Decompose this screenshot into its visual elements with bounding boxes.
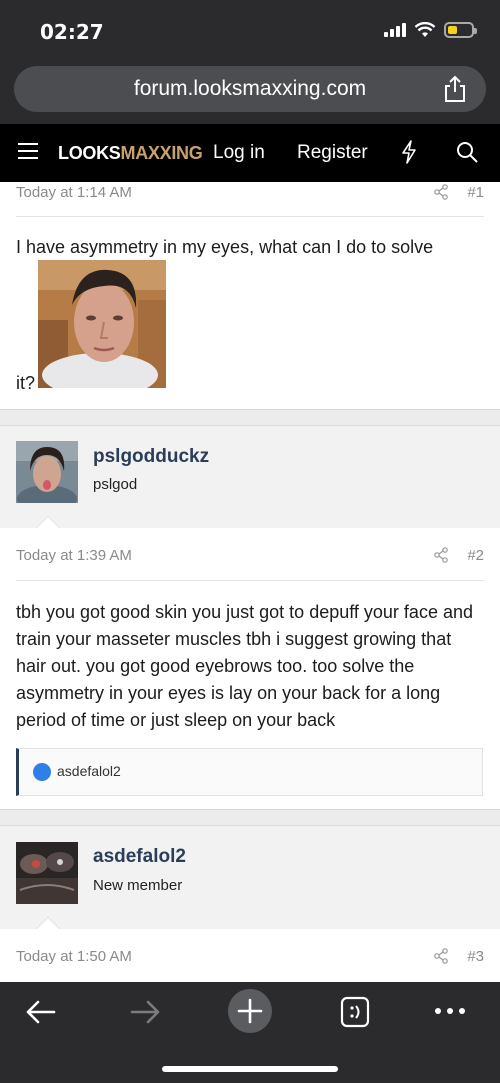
logo-text-looks: LOOKS (58, 143, 121, 163)
post-timestamp[interactable]: Today at 1:14 AM (16, 184, 132, 201)
whats-new-bolt-icon[interactable] (400, 140, 418, 164)
post-1: Today at 1:14 AM #1 I have asymmetry in … (0, 182, 500, 410)
register-link[interactable]: Register (297, 142, 368, 164)
battery-icon (444, 22, 477, 38)
avatar[interactable] (16, 441, 78, 503)
back-arrow-icon[interactable] (24, 992, 58, 1032)
like-icon (33, 763, 51, 781)
site-logo[interactable]: LOOKSMAXXING (58, 143, 203, 164)
avatar[interactable] (16, 842, 78, 904)
post-number[interactable]: #1 (467, 184, 484, 201)
cellular-signal-icon (384, 23, 406, 37)
reactions-bar[interactable]: asdefalol2 (16, 748, 483, 796)
user-title: New member (93, 877, 183, 894)
wifi-icon (414, 22, 436, 37)
home-indicator (162, 1066, 338, 1072)
username[interactable]: pslgodduckz (93, 446, 209, 468)
login-link[interactable]: Log in (213, 142, 265, 164)
post-timestamp[interactable]: Today at 1:39 AM (16, 547, 132, 564)
status-bar: 02:27 (0, 0, 500, 60)
post-text-line: I have asymmetry in my eyes, what can I … (16, 237, 434, 257)
reaction-user[interactable]: asdefalol2 (57, 763, 121, 779)
post-number[interactable]: #2 (467, 547, 484, 564)
share-icon[interactable] (433, 184, 449, 200)
status-time: 02:27 (40, 20, 104, 44)
share-icon[interactable] (433, 948, 449, 964)
status-icons (384, 22, 477, 38)
menu-icon[interactable] (18, 143, 38, 159)
attached-face-photo[interactable] (38, 260, 166, 388)
more-options-icon[interactable] (434, 1004, 466, 1018)
logo-text-maxxing: MAXXING (120, 143, 203, 163)
thread-content[interactable]: Today at 1:14 AM #1 I have asymmetry in … (0, 182, 500, 982)
post-text: tbh you got good skin you just got to de… (16, 602, 473, 730)
share-icon[interactable] (433, 547, 449, 563)
post-timestamp[interactable]: Today at 1:50 AM (16, 948, 132, 965)
user-card: pslgodduckz pslgod (0, 425, 500, 529)
user-title: pslgod (93, 476, 138, 493)
new-tab-plus-icon[interactable] (227, 988, 273, 1034)
search-icon[interactable] (455, 140, 479, 164)
post-2: Today at 1:39 AM #2 tbh you got good ski… (0, 528, 500, 810)
username[interactable]: asdefalol2 (93, 846, 186, 868)
forum-header: LOOKSMAXXING Log in Register (0, 124, 500, 182)
forward-arrow-icon[interactable] (128, 992, 162, 1032)
user-card: asdefalol2 New member (0, 825, 500, 930)
post-number[interactable]: #3 (467, 948, 484, 965)
address-bar[interactable]: forum.looksmaxxing.com (14, 66, 486, 112)
tabs-icon[interactable] (340, 996, 370, 1028)
url-text[interactable]: forum.looksmaxxing.com (14, 77, 486, 101)
post-3: Today at 1:50 AM #3 (0, 929, 500, 982)
share-icon[interactable] (442, 75, 468, 103)
divider (16, 580, 484, 581)
divider (16, 216, 484, 217)
